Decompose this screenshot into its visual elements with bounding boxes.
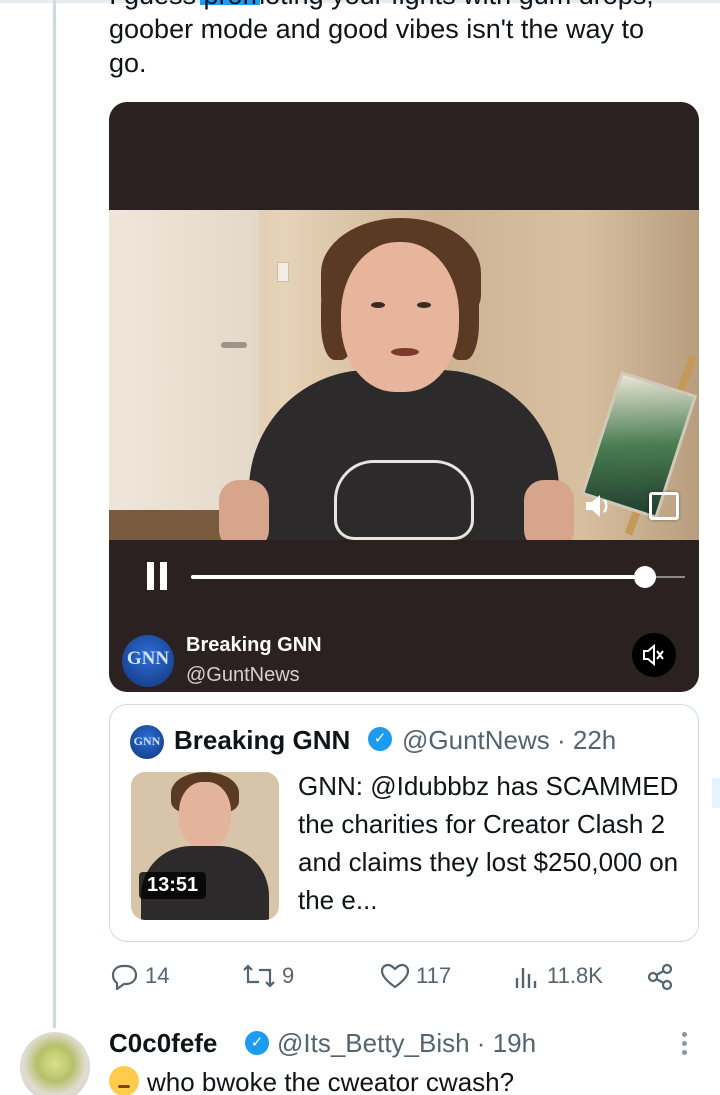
- verified-icon: ✓: [245, 1031, 269, 1055]
- person-arm-left: [219, 480, 269, 540]
- source-avatar-logo: GNN: [126, 648, 170, 669]
- tweet-text-clipped-line: I guess promoting your fights with gum d…: [109, 0, 699, 12]
- pause-icon[interactable]: [145, 562, 171, 592]
- source-avatar[interactable]: GNN: [122, 635, 174, 687]
- repost-icon: [242, 962, 276, 990]
- reply-avatar[interactable]: [20, 1032, 90, 1095]
- views-icon: [513, 962, 541, 990]
- scene-door: [109, 210, 259, 510]
- action-bar: 14 9 117 11.8K: [109, 962, 699, 992]
- person-face: [341, 242, 459, 392]
- pouting-face-emoji-icon: [109, 1066, 139, 1095]
- repost-button[interactable]: 9: [242, 962, 294, 990]
- quote-thumbnail[interactable]: 13:51: [131, 772, 279, 920]
- person-mouth: [391, 348, 419, 356]
- reply-count: 14: [145, 963, 170, 988]
- reply-text: who bwoke the cweator cwash?: [147, 1067, 515, 1095]
- reply-icon: [109, 962, 139, 990]
- reply-meta: @Its_Betty_Bish · 19h: [277, 1028, 537, 1058]
- volume-icon[interactable]: [583, 492, 613, 526]
- like-count: 117: [416, 963, 452, 988]
- more-icon[interactable]: [674, 1030, 694, 1058]
- quote-author-name[interactable]: Breaking GNN: [174, 725, 350, 756]
- mute-button[interactable]: [632, 633, 676, 677]
- quote-meta: @GuntNews · 22h: [402, 725, 617, 755]
- scroll-indicator: [712, 778, 720, 808]
- thread-line: [53, 0, 56, 1028]
- scene-door-handle: [221, 342, 247, 348]
- tweet-text: I guess promoting your fights with gum d…: [109, 0, 699, 80]
- source-handle[interactable]: @GuntNews: [186, 664, 300, 687]
- views-count: 11.8K: [547, 963, 603, 988]
- person-arm-right: [524, 480, 574, 540]
- share-button[interactable]: [645, 962, 675, 992]
- quote-text: GNN: @Idubbbz has SCAMMED the charities …: [298, 771, 679, 915]
- repost-count: 9: [282, 963, 295, 988]
- like-button[interactable]: 117: [380, 962, 451, 990]
- verified-icon: ✓: [368, 727, 392, 751]
- person-eye-left: [371, 302, 385, 308]
- video-frame[interactable]: [109, 210, 699, 540]
- quoted-tweet[interactable]: GNN Breaking GNN ✓ @GuntNews · 22h 13:51…: [109, 704, 699, 942]
- quote-avatar-logo: GNN: [133, 734, 161, 748]
- reply-button[interactable]: 14: [109, 962, 169, 990]
- person-eye-right: [417, 302, 431, 308]
- reply-author-name[interactable]: C0c0fefe: [109, 1028, 217, 1059]
- source-name[interactable]: Breaking GNN: [186, 634, 322, 657]
- views-button[interactable]: 11.8K: [513, 962, 603, 990]
- tweet-text-line-1: I guess promoting your fights with gum d…: [109, 0, 654, 10]
- tweet-text-line-2: goober mode and good vibes isn't the way…: [109, 14, 645, 44]
- tweet-text-line-3: go.: [109, 48, 147, 78]
- shirt-print: [334, 460, 474, 540]
- mute-icon: [642, 643, 666, 671]
- video-duration-badge: 13:51: [139, 872, 207, 899]
- video-player[interactable]: GNN Breaking GNN @GuntNews: [109, 102, 699, 692]
- expand-icon[interactable]: [649, 492, 679, 520]
- reply-text-row: who bwoke the cweator cwash?: [109, 1065, 514, 1095]
- quote-avatar[interactable]: GNN: [130, 725, 164, 759]
- scene-light-switch: [277, 262, 289, 282]
- share-icon: [645, 962, 675, 992]
- progress-bar[interactable]: [191, 575, 646, 579]
- like-icon: [380, 962, 410, 990]
- thumb-face: [179, 782, 231, 848]
- progress-handle[interactable]: [634, 566, 657, 588]
